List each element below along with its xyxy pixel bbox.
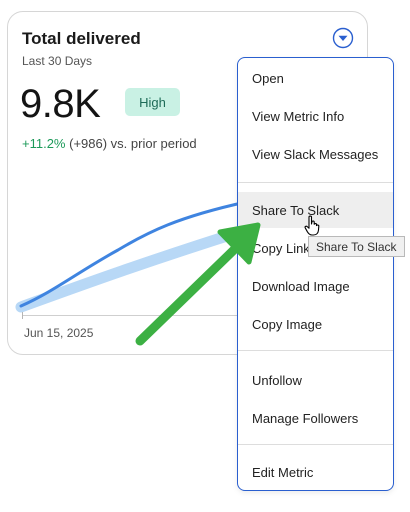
metric-menu-toggle[interactable] <box>331 26 355 50</box>
metric-delta: +11.2% (+986) vs. prior period <box>22 136 197 151</box>
hand-pointer-icon <box>304 215 320 236</box>
metric-title: Total delivered <box>22 29 141 48</box>
menu-divider <box>238 444 393 445</box>
tooltip: Share To Slack <box>308 236 405 257</box>
menu-item-view-metric-info[interactable]: View Metric Info <box>238 98 393 134</box>
menu-item-edit-metric[interactable]: Edit Metric <box>238 454 393 490</box>
menu-item-open[interactable]: Open <box>238 60 393 96</box>
delta-detail: (+986) vs. prior period <box>69 136 197 151</box>
menu-divider <box>238 350 393 351</box>
x-axis-tick <box>22 312 23 319</box>
menu-divider <box>238 182 393 183</box>
trend-chart <box>15 200 248 313</box>
menu-item-download-image[interactable]: Download Image <box>238 268 393 304</box>
metric-context-menu: Open View Metric Info View Slack Message… <box>237 57 394 491</box>
menu-item-copy-image[interactable]: Copy Image <box>238 306 393 342</box>
metric-period: Last 30 Days <box>22 54 93 68</box>
x-axis-start-label: Jun 15, 2025 <box>24 326 94 340</box>
chevron-down-circle-icon <box>332 27 354 49</box>
x-axis <box>22 315 237 316</box>
delta-percent: +11.2% <box>22 136 66 151</box>
menu-item-unfollow[interactable]: Unfollow <box>238 362 393 398</box>
menu-item-view-slack-messages[interactable]: View Slack Messages <box>238 136 393 172</box>
menu-item-manage-followers[interactable]: Manage Followers <box>238 400 393 436</box>
status-badge: High <box>125 88 180 116</box>
metric-value: 9.8K <box>20 82 101 126</box>
